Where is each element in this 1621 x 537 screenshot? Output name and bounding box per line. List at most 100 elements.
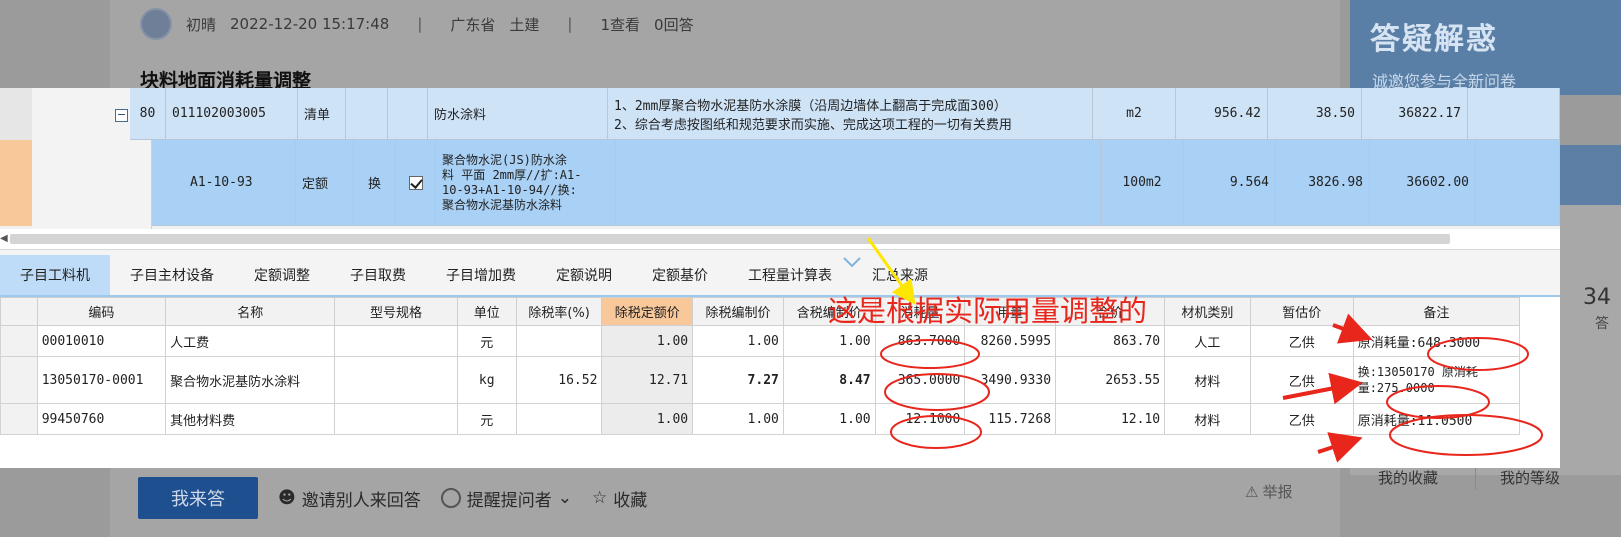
tab-quota-adjust[interactable]: 定额调整	[234, 255, 330, 295]
cell-unit[interactable]: 元	[456, 403, 517, 435]
column-header[interactable]: 单位	[456, 297, 517, 326]
banner-carousel	[1560, 145, 1621, 205]
survey-banner[interactable]: 答疑解惑 诚邀您参与全新问卷	[1350, 0, 1621, 95]
cell-quota-price: 1.00	[601, 403, 694, 435]
software-screenshot: − 80 011102003005 清单 防水涂料 1、2mm厚聚合物水泥基防水…	[0, 88, 1560, 468]
divider: |	[417, 15, 423, 33]
cell-total: 863.70	[1055, 325, 1166, 357]
cell-ex-price[interactable]: 7.27	[692, 356, 784, 404]
answer-count: 0回答	[654, 15, 694, 34]
tab-quota-base-price[interactable]: 定额基价	[632, 255, 728, 295]
tab-labor-material[interactable]: 子目工料机	[0, 255, 110, 295]
answer-button[interactable]: 我来答	[138, 477, 258, 519]
tab-main-equipment[interactable]: 子目主材设备	[110, 255, 234, 295]
report-button[interactable]: ⚠ 举报	[1245, 481, 1292, 502]
cell-estimate[interactable]: 乙供	[1249, 325, 1354, 357]
row-swap: 换	[354, 140, 396, 226]
list-row[interactable]: 80 011102003005 清单 防水涂料 1、2mm厚聚合物水泥基防水涂膜…	[130, 88, 1560, 140]
author-name[interactable]: 初晴	[186, 14, 216, 35]
column-header[interactable]: 编码	[36, 297, 167, 326]
divider: |	[567, 15, 573, 33]
cell-total: 12.10	[1055, 403, 1166, 435]
row-description	[616, 140, 1101, 226]
row-check	[388, 88, 428, 140]
remind-button[interactable]: 提醒提问者 ⌄	[440, 486, 572, 511]
banner-title: 答疑解惑	[1370, 22, 1498, 57]
person-icon: ☻	[278, 488, 296, 508]
column-header[interactable]: 除税定额价	[601, 297, 694, 326]
column-header[interactable]: 型号规格	[334, 297, 458, 326]
column-header[interactable]: 暂估价	[1249, 297, 1354, 326]
cell-spec[interactable]	[334, 356, 458, 404]
cell-unit[interactable]: 元	[456, 325, 517, 357]
horizontal-scrollbar[interactable]: ◀	[0, 229, 1560, 249]
favorite-button[interactable]: ☆ 收藏	[592, 486, 647, 511]
cell-unit[interactable]: kg	[456, 356, 517, 404]
warning-icon: ⚠	[1245, 482, 1259, 501]
cell-code[interactable]: 99450760	[36, 403, 167, 435]
cell-kind[interactable]: 材料	[1164, 403, 1251, 435]
row-description: 1、2mm厚聚合物水泥基防水涂膜（沿周边墙体上翻高于完成面300） 2、综合考虑…	[608, 88, 1093, 140]
cell-note[interactable]: 换:13050170 原消耗量:275.0000	[1352, 356, 1521, 404]
cell-rate[interactable]: 16.52	[515, 356, 603, 404]
cell-consumption[interactable]: 863.7000	[874, 325, 966, 357]
cell-code[interactable]: 00010010	[36, 325, 167, 357]
cell-in-price[interactable]: 8.47	[782, 356, 876, 404]
cell-ex-price[interactable]: 1.00	[692, 325, 784, 357]
tab-quota-notes[interactable]: 定额说明	[536, 255, 632, 295]
cell-in-price[interactable]: 1.00	[782, 403, 876, 435]
cell-kind[interactable]: 人工	[1164, 325, 1251, 357]
avatar[interactable]	[140, 8, 172, 40]
cell-estimate[interactable]: 乙供	[1249, 403, 1354, 435]
row-check[interactable]	[396, 140, 436, 226]
cell-note[interactable]: 原消耗量:648.3000	[1352, 325, 1521, 357]
cell-spec[interactable]	[334, 325, 458, 357]
invite-button[interactable]: ☻ 邀请别人来回答	[278, 486, 421, 511]
my-level-link[interactable]: 我的等级	[1500, 467, 1560, 488]
row-type: 定额	[296, 140, 354, 226]
cell-name[interactable]: 聚合物水泥基防水涂料	[165, 356, 336, 404]
column-header[interactable]: 备注	[1352, 297, 1521, 326]
star-icon: ☆	[591, 488, 608, 508]
cell-consumption[interactable]: 365.0000	[874, 356, 966, 404]
cell-rate[interactable]	[515, 403, 603, 435]
cell-note[interactable]: 原消耗量:11.0500	[1352, 403, 1521, 435]
cell-rate[interactable]	[515, 325, 603, 357]
checkbox[interactable]	[408, 175, 423, 190]
column-header[interactable]: 除税编制价	[692, 297, 784, 326]
region: 广东省	[450, 15, 496, 34]
column-header[interactable]: 除税率(%)	[515, 297, 603, 326]
cell-in-price[interactable]: 1.00	[782, 325, 876, 357]
cell-ex-price[interactable]: 1.00	[692, 403, 784, 435]
answer-stat: 34	[1583, 285, 1611, 310]
row-name: 防水涂料	[428, 88, 608, 140]
cell-name[interactable]: 其他材料费	[165, 403, 336, 435]
row-code: 011102003005	[166, 88, 298, 140]
my-collect-link[interactable]: 我的收藏	[1378, 467, 1438, 488]
column-header[interactable]: 名称	[165, 297, 336, 326]
cell-code[interactable]: 13050170-0001	[36, 356, 167, 404]
table-row[interactable]: 99450760 其他材料费 元 1.00 1.00 1.00 12.1000 …	[0, 403, 1521, 435]
annotation-label: 这是根据实际用量调整的	[828, 294, 1148, 328]
invite-label: 邀请别人来回答	[301, 490, 421, 511]
column-header[interactable]: 材机类别	[1164, 297, 1251, 326]
row-type: 清单	[298, 88, 346, 140]
collapse-icon[interactable]: −	[115, 109, 128, 122]
tab-fees[interactable]: 子目取费	[330, 255, 426, 295]
cell-spec[interactable]	[334, 403, 458, 435]
cell-estimate[interactable]: 乙供	[1249, 356, 1354, 404]
answer-stat-label: 答	[1595, 316, 1609, 332]
table-row[interactable]: 00010010 人工费 元 1.00 1.00 1.00 863.7000 8…	[0, 325, 1521, 357]
post-datetime: 2022-12-20 15:17:48	[230, 15, 390, 33]
cell-kind[interactable]: 材料	[1164, 356, 1251, 404]
remind-label: 提醒提问者	[466, 490, 552, 511]
scroll-left-icon[interactable]: ◀	[0, 233, 8, 244]
question-meta: 初晴 2022-12-20 15:17:48 | 广东省 土建 | 1查看 0回…	[140, 6, 694, 42]
view-count: 1查看	[600, 15, 641, 34]
cell-consumption[interactable]: 12.1000	[874, 403, 966, 435]
cell-name[interactable]: 人工费	[165, 325, 336, 357]
scrollbar-thumb[interactable]	[10, 234, 1450, 244]
list-row-selected[interactable]: A1-10-93 定额 换 聚合物水泥(JS)防水涂 料 平面 2mm厚//扩:…	[152, 140, 1560, 226]
tab-extra-fees[interactable]: 子目增加费	[426, 255, 536, 295]
table-row[interactable]: 13050170-0001 聚合物水泥基防水涂料 kg 16.52 12.71 …	[0, 356, 1521, 404]
